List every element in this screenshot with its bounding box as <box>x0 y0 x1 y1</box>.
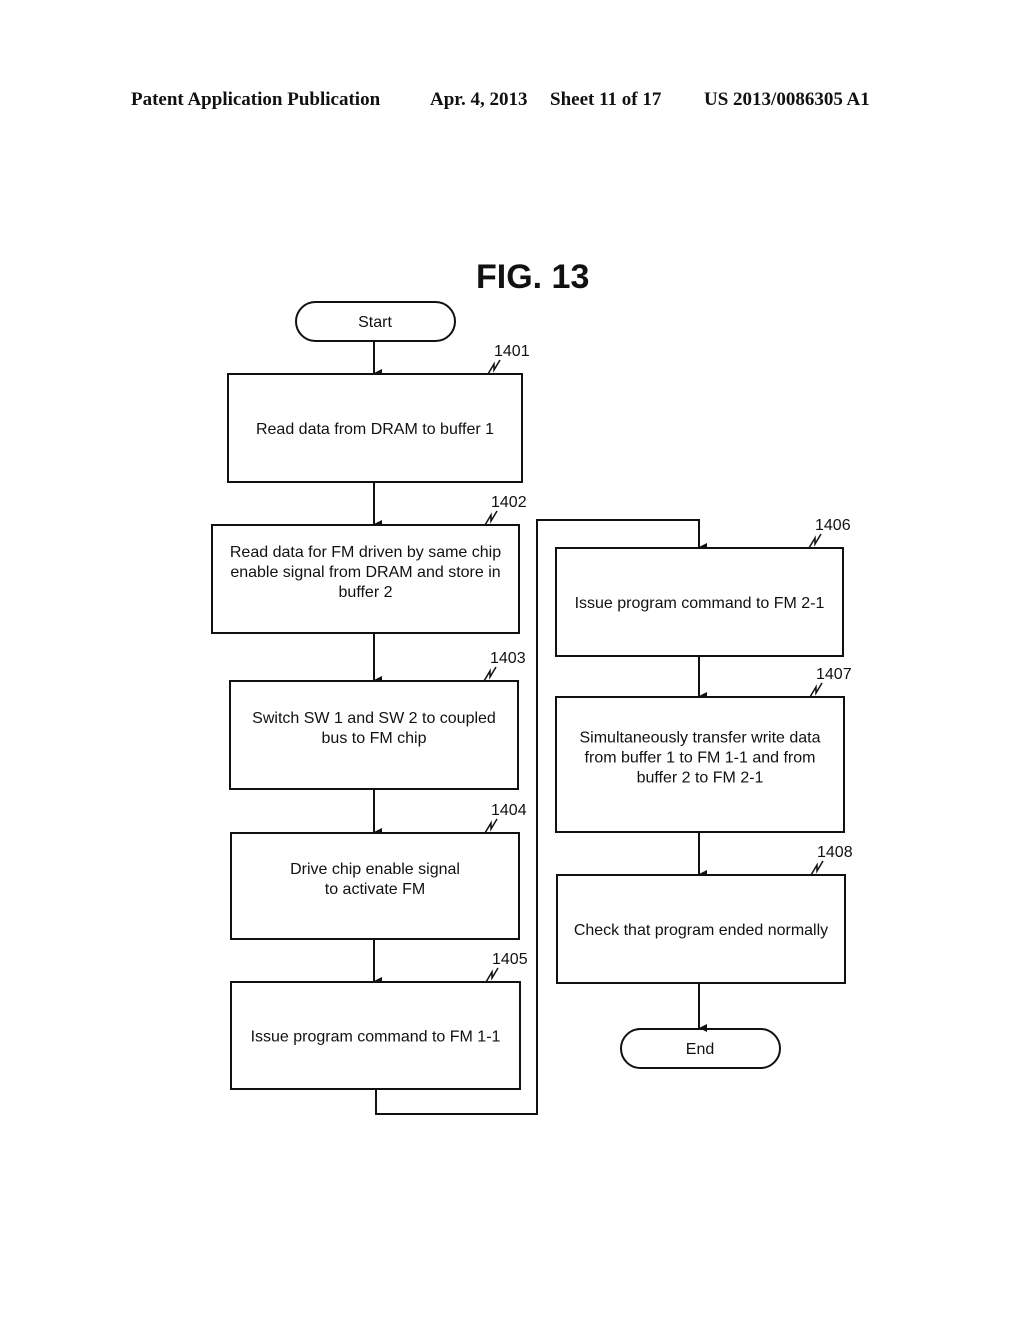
step-text-line: Issue program command to FM 2-1 <box>575 595 825 612</box>
step-text-line: buffer 2 <box>339 584 393 601</box>
process-step-1401: Read data from DRAM to buffer 1 1401 <box>227 343 530 483</box>
leader-squiggle-icon <box>484 510 498 526</box>
leader-squiggle-icon <box>808 533 822 549</box>
step-text-line: Issue program command to FM 1-1 <box>251 1029 501 1046</box>
flowchart: Start End Read data from DRAM to buffer … <box>211 301 853 1115</box>
reference-number: 1401 <box>494 343 530 360</box>
leader-squiggle-icon <box>810 860 824 876</box>
end-terminal: End <box>620 1028 781 1069</box>
process-step-1407: Simultaneously transfer write data from b… <box>555 666 852 833</box>
step-text-line: buffer 2 to FM 2-1 <box>637 770 764 787</box>
leader-squiggle-icon <box>485 967 499 983</box>
process-step-1406: Issue program command to FM 2-1 1406 <box>555 517 851 657</box>
leader-squiggle-icon <box>487 359 501 375</box>
leader-squiggle-icon <box>484 818 498 834</box>
step-text-line: Read data for FM driven by same chip <box>230 544 501 561</box>
process-step-1408: Check that program ended normally 1408 <box>556 844 853 984</box>
step-text-line: Check that program ended normally <box>574 922 828 939</box>
step-text-line: to activate FM <box>325 881 425 898</box>
reference-number: 1407 <box>816 666 852 683</box>
reference-number: 1406 <box>815 517 851 534</box>
process-step-1403: Switch SW 1 and SW 2 to coupled bus to FM… <box>229 650 526 790</box>
process-step-1405: Issue program command to FM 1-1 1405 <box>230 951 528 1090</box>
reference-number: 1405 <box>492 951 528 968</box>
process-step-1404: Drive chip enable signal to activate FM 14… <box>230 802 527 940</box>
step-text-line: Drive chip enable signal <box>290 861 460 878</box>
step-text-line: enable signal from DRAM and store in <box>230 564 500 581</box>
reference-number: 1403 <box>490 650 526 667</box>
end-label: End <box>686 1041 714 1058</box>
start-label: Start <box>358 314 392 331</box>
reference-number: 1408 <box>817 844 853 861</box>
step-text-line: bus to FM chip <box>322 730 427 747</box>
reference-number: 1402 <box>491 494 527 511</box>
step-text-line: Switch SW 1 and SW 2 to coupled <box>252 710 496 727</box>
leader-squiggle-icon <box>809 682 823 698</box>
start-terminal: Start <box>295 301 456 342</box>
leader-squiggle-icon <box>483 666 497 682</box>
step-text-line: Read data from DRAM to buffer 1 <box>256 421 494 438</box>
step-text-line: Simultaneously transfer write data <box>580 730 821 747</box>
reference-number: 1404 <box>491 802 527 819</box>
process-step-1402: Read data for FM driven by same chip enab… <box>211 494 527 634</box>
step-text-line: from buffer 1 to FM 1-1 and from <box>585 750 816 767</box>
